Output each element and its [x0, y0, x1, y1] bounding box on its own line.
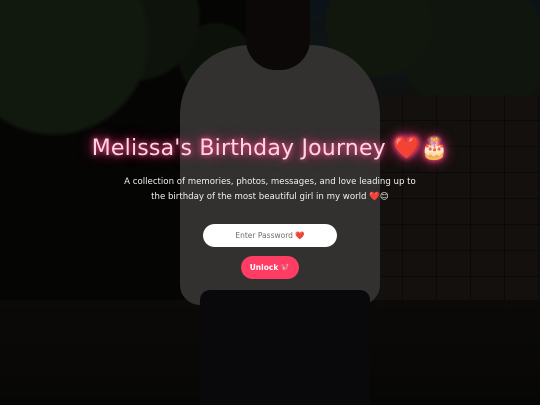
page-title: Melissa's Birthday Journey ❤️🎂: [91, 136, 449, 161]
page: Melissa's Birthday Journey ❤️🎂 A collect…: [0, 0, 540, 405]
hero-section: Melissa's Birthday Journey ❤️🎂 A collect…: [0, 0, 540, 405]
password-input[interactable]: [203, 224, 337, 247]
unlock-button[interactable]: Unlock 💖: [241, 256, 299, 279]
page-subtitle: A collection of memories, photos, messag…: [124, 177, 416, 202]
